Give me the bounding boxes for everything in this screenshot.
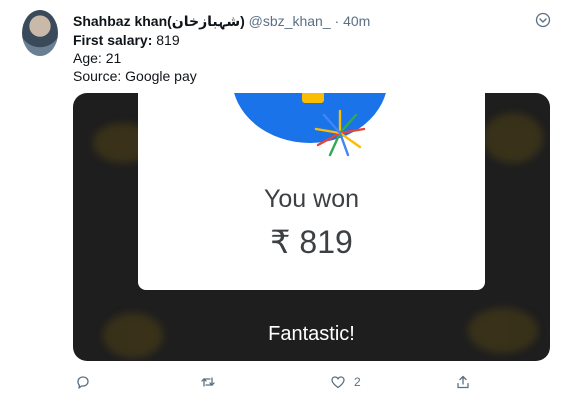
timestamp[interactable]: 40m	[343, 13, 370, 29]
fireworks-icon	[314, 109, 366, 157]
avatar[interactable]	[22, 10, 58, 56]
media-image[interactable]: You won ₹ 819 Fantastic!	[73, 93, 550, 361]
source-line: Source: Google pay	[73, 68, 197, 84]
like-button[interactable]: 2	[330, 372, 361, 392]
trophy-icon	[302, 93, 324, 103]
tweet[interactable]: Shahbaz khan(شہبازخان) @sbz_khan_ · 40m …	[0, 0, 567, 400]
reward-amount: ₹ 819	[270, 224, 353, 260]
like-count: 2	[354, 375, 361, 389]
cropped-caption	[256, 355, 376, 361]
reply-button[interactable]	[75, 372, 91, 392]
age-line: Age: 21	[73, 50, 122, 66]
salary-value: 819	[152, 32, 180, 48]
you-won-text: You won	[264, 185, 359, 213]
reward-card: You won ₹ 819	[138, 93, 485, 290]
share-icon	[457, 375, 469, 389]
tweet-text: First salary: 819 Age: 21 Source: Google…	[73, 31, 197, 85]
chevron-down-icon[interactable]	[535, 12, 551, 28]
background-blur	[483, 113, 543, 163]
author-name[interactable]: Shahbaz khan(شہبازخان)	[73, 13, 245, 29]
retweet-icon	[201, 377, 215, 387]
separator-dot: ·	[334, 13, 340, 29]
reply-icon	[77, 376, 89, 389]
salary-label: First salary:	[73, 32, 153, 48]
author-handle[interactable]: @sbz_khan_	[249, 13, 331, 29]
tweet-header: Shahbaz khan(شہبازخان) @sbz_khan_ · 40m	[73, 12, 370, 30]
heart-icon	[331, 376, 345, 389]
salary-line: First salary: 819	[73, 31, 197, 49]
retweet-button[interactable]	[200, 372, 216, 392]
share-button[interactable]	[455, 372, 471, 392]
fantastic-text: Fantastic!	[268, 323, 355, 345]
tweet-actions: 2	[73, 372, 493, 392]
